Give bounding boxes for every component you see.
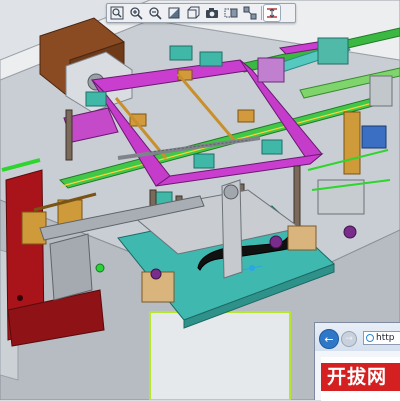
site-logo[interactable]: 开拔网 [321,363,400,391]
toolbar-separator [261,6,262,20]
zoom-in-icon [130,7,143,20]
gold-support-right [343,111,361,175]
vertical-post-1 [65,109,73,161]
address-bar[interactable]: http [363,331,400,345]
back-button[interactable]: ← [319,329,339,349]
purple-knob-3 [343,225,357,239]
browser-window[interactable]: ← → http 开拔网 [314,322,400,401]
forward-arrow-icon: → [345,334,353,344]
screenshot-camera-button[interactable] [204,5,220,21]
pillow-block-4 [261,139,283,155]
zoom-out-button[interactable] [147,5,163,21]
purple-clamp-top [257,57,285,83]
browser-logo-icon [366,334,374,342]
zoom-in-button[interactable] [128,5,144,21]
base-block-right [287,225,317,251]
grey-pillar-top-right [369,75,393,107]
forward-button[interactable]: → [341,331,357,347]
enclosure-window [149,311,291,400]
explode-button[interactable] [242,5,258,21]
red-mount-hole [17,295,23,301]
wireframe-view-button[interactable] [185,5,201,21]
pillow-block-5 [193,153,215,169]
teal-mount-top-right [317,37,349,65]
green-indicator-light [95,263,105,273]
blue-sensor-block [361,125,387,149]
measure-icon [267,8,277,18]
address-text: http [376,333,395,343]
section-view-icon [224,8,238,18]
section-view-button[interactable] [223,5,239,21]
measure-button[interactable] [263,4,281,22]
zoom-out-icon [149,7,162,20]
shaded-view-icon [168,7,180,19]
explode-icon [243,6,257,20]
purple-knob-1 [269,235,283,249]
wireframe-view-icon [187,6,200,19]
vertical-post-4 [293,165,301,229]
screenshot-camera-icon [206,8,218,18]
small-gear [223,184,239,200]
zoom-fit-button[interactable] [109,5,125,21]
browser-chrome: ← → http [315,323,400,351]
view-toolbar [106,3,296,23]
pillow-block-1 [169,45,193,61]
grey-column [49,233,93,301]
zoom-fit-icon [110,6,124,20]
shaded-view-button[interactable] [166,5,182,21]
pillow-block-3 [85,91,107,107]
pillow-block-2 [199,51,223,67]
back-arrow-icon: ← [324,332,334,346]
site-banner: 开拔网 [321,357,400,401]
bearing-block-2 [237,109,255,123]
purple-knob-2 [150,268,162,280]
